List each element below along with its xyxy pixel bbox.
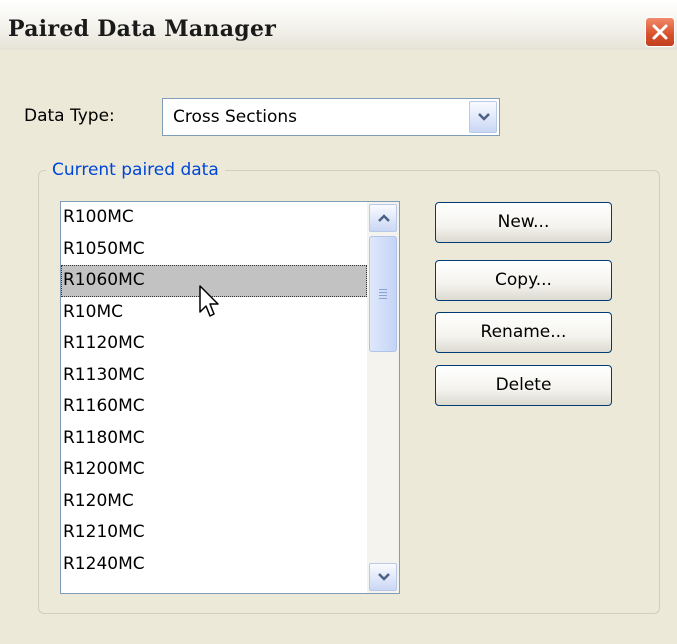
list-item[interactable]: R1050MC — [61, 234, 367, 266]
scroll-down-button[interactable] — [369, 563, 397, 591]
data-type-dropdown[interactable]: Cross Sections — [162, 98, 500, 136]
list-item[interactable]: R1180MC — [61, 423, 367, 455]
chevron-down-icon — [378, 573, 390, 581]
list-item[interactable]: R1210MC — [61, 517, 367, 549]
list-item[interactable]: R1200MC — [61, 454, 367, 486]
thumb-grip — [379, 295, 387, 296]
close-icon — [652, 24, 668, 40]
list-item[interactable]: R1160MC — [61, 391, 367, 423]
thumb-grip — [379, 298, 387, 299]
thumb-grip — [379, 289, 387, 290]
dropdown-button[interactable] — [469, 101, 497, 133]
mouse-pointer-icon — [199, 285, 219, 317]
list-item[interactable]: R100MC — [61, 202, 367, 234]
paired-data-items: R100MC R1050MC R1060MC R10MC R1120MC R11… — [61, 202, 367, 580]
data-type-label: Data Type: — [24, 106, 115, 126]
copy-button[interactable]: Copy... — [435, 260, 612, 301]
thumb-grip — [379, 292, 387, 293]
list-item[interactable]: R1120MC — [61, 328, 367, 360]
vertical-scrollbar[interactable] — [367, 202, 399, 593]
title-bar[interactable]: Paired Data Manager — [0, 0, 677, 50]
scroll-up-button[interactable] — [369, 204, 397, 232]
list-item[interactable]: R1130MC — [61, 360, 367, 392]
new-button[interactable]: New... — [435, 202, 612, 243]
close-button[interactable] — [645, 17, 675, 47]
paired-data-list[interactable]: R100MC R1050MC R1060MC R10MC R1120MC R11… — [60, 201, 400, 594]
list-item[interactable]: R120MC — [61, 486, 367, 518]
scroll-thumb[interactable] — [369, 236, 397, 352]
data-type-value: Cross Sections — [173, 107, 298, 127]
current-paired-data-label: Current paired data — [46, 160, 225, 180]
delete-button[interactable]: Delete — [435, 365, 612, 406]
list-item[interactable]: R1240MC — [61, 549, 367, 581]
paired-data-manager-window: Paired Data Manager Data Type: Cross Sec… — [0, 0, 677, 644]
window-title: Paired Data Manager — [8, 16, 277, 42]
chevron-down-icon — [478, 113, 490, 121]
rename-button[interactable]: Rename... — [435, 312, 612, 353]
chevron-up-icon — [378, 214, 390, 222]
